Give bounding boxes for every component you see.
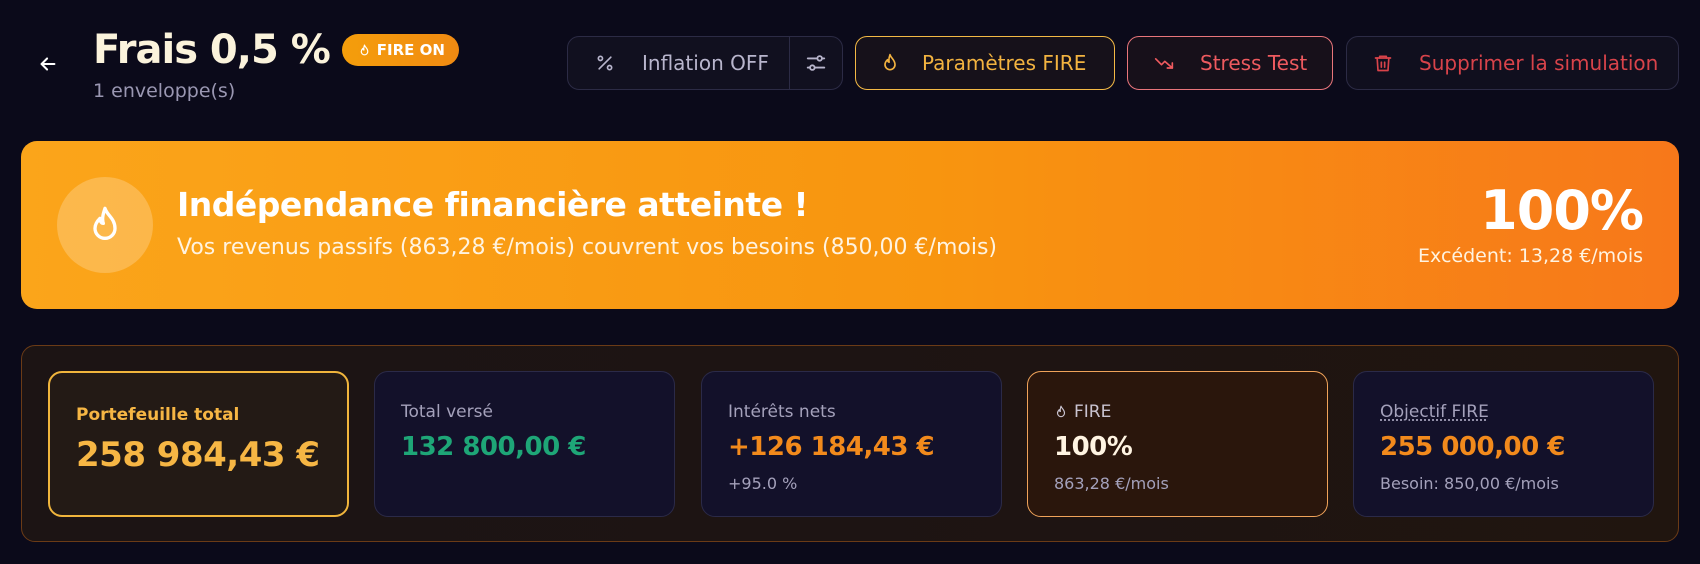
inflation-toggle-icon-wrap[interactable] — [568, 53, 642, 73]
fire-parameters-button[interactable]: Paramètres FIRE — [855, 36, 1115, 90]
fire-status-text: FIRE ON — [376, 41, 445, 59]
stat-card-portfolio: Portefeuille total 258 984,43 € — [48, 371, 349, 517]
fire-achieved-banner: Indépendance financière atteinte ! Vos r… — [21, 141, 1679, 309]
stat-label: Portefeuille total — [76, 405, 240, 425]
delete-simulation-label: Supprimer la simulation — [1419, 51, 1659, 75]
title-block: Frais 0,5 % FIRE ON 1 enveloppe(s) — [93, 24, 459, 102]
stat-value: 132 800,00 € — [401, 432, 586, 462]
trending-down-icon — [1154, 58, 1174, 69]
stats-panel: Portefeuille total 258 984,43 € Total ve… — [21, 345, 1679, 542]
banner-icon-circle — [57, 177, 153, 273]
page-subtitle: 1 enveloppe(s) — [93, 80, 236, 102]
stress-test-button[interactable]: Stress Test — [1127, 36, 1333, 90]
stat-value: 100% — [1054, 432, 1133, 462]
page-title: Frais 0,5 % — [93, 27, 331, 73]
inflation-settings-button[interactable] — [790, 52, 842, 74]
flame-icon — [360, 43, 369, 55]
stat-sub: +95.0 % — [728, 474, 798, 493]
sliders-icon — [806, 55, 826, 71]
stat-label: Total versé — [401, 402, 493, 422]
stat-card-total-verse: Total versé 132 800,00 € — [374, 371, 675, 517]
stat-label: FIRE — [1074, 402, 1112, 422]
trash-icon — [1374, 55, 1392, 72]
trending-down-icon-wrap — [1152, 53, 1176, 73]
stress-test-label: Stress Test — [1200, 51, 1308, 75]
header: Frais 0,5 % FIRE ON 1 enveloppe(s) Infla… — [0, 0, 1700, 120]
stat-sub: Besoin: 850,00 €/mois — [1380, 474, 1559, 493]
trash-icon-wrap — [1373, 52, 1393, 74]
delete-simulation-button[interactable]: Supprimer la simulation — [1346, 36, 1679, 90]
arrow-left-icon — [40, 57, 56, 71]
stat-card-fire: FIRE 100% 863,28 €/mois — [1027, 371, 1328, 517]
flame-icon — [1056, 405, 1066, 418]
fire-percentage: 100% — [1480, 179, 1644, 242]
back-button[interactable] — [30, 46, 66, 82]
flame-icon — [884, 53, 896, 71]
stat-value: +126 184,43 € — [728, 432, 935, 462]
inflation-control: Inflation OFF — [567, 36, 843, 90]
stat-card-interets: Intérêts nets +126 184,43 € +95.0 % — [701, 371, 1002, 517]
stat-value: 258 984,43 € — [76, 435, 320, 475]
surplus-text: Excédent: 13,28 €/mois — [1418, 245, 1643, 267]
stat-sub: 863,28 €/mois — [1054, 474, 1169, 493]
percent-icon — [597, 55, 613, 71]
stat-label: Intérêts nets — [728, 402, 836, 422]
stat-value: 255 000,00 € — [1380, 432, 1565, 462]
fire-parameters-label: Paramètres FIRE — [922, 51, 1087, 75]
stat-label-row: FIRE — [1054, 402, 1111, 422]
banner-description: Vos revenus passifs (863,28 €/mois) couv… — [177, 235, 997, 260]
objectif-tooltip-trigger[interactable]: Objectif FIRE — [1380, 402, 1489, 422]
simulation-page: Frais 0,5 % FIRE ON 1 enveloppe(s) Infla… — [0, 0, 1700, 564]
stat-card-objectif: Objectif FIRE 255 000,00 € Besoin: 850,0… — [1353, 371, 1654, 517]
fire-status-badge: FIRE ON — [341, 34, 459, 66]
inflation-toggle-button[interactable]: Inflation OFF — [642, 51, 769, 75]
banner-title: Indépendance financière atteinte ! — [177, 185, 809, 224]
flame-icon-wrap — [880, 52, 900, 74]
flame-icon — [93, 206, 117, 240]
